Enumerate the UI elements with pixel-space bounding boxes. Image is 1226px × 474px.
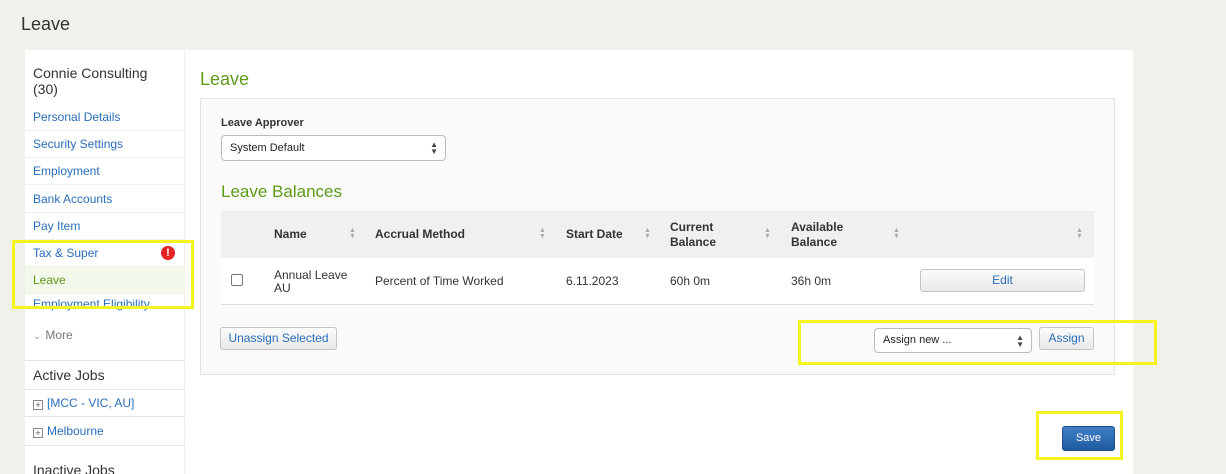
sort-icon[interactable]: ▲ ▼ xyxy=(644,227,651,240)
column-header-label: Name xyxy=(274,227,307,241)
sort-icon[interactable]: ▲ ▼ xyxy=(349,227,356,240)
select-arrows-icon: ▲ ▼ xyxy=(430,140,438,156)
assign-leave-value: Assign new ... xyxy=(883,334,952,346)
active-job-label: Melbourne xyxy=(47,424,104,438)
column-header-label: Start Date xyxy=(566,227,623,241)
sidebar-item-label: Employment Eligibility xyxy=(33,297,150,311)
active-job-link[interactable]: + [MCC - VIC, AU] xyxy=(33,396,134,410)
cell-available-balance: 36h 0m xyxy=(791,274,832,288)
column-header-start-date[interactable]: Start Date xyxy=(566,211,656,258)
select-arrows-icon: ▲ ▼ xyxy=(1016,332,1024,349)
sort-icon[interactable]: ▲ ▼ xyxy=(893,227,900,240)
leave-panel: Leave Approver System Default ▲ ▼ Leave B… xyxy=(200,98,1115,375)
expand-icon[interactable]: + xyxy=(33,428,43,438)
main-title: Leave xyxy=(200,69,250,89)
sidebar-item-security-settings[interactable]: Security Settings xyxy=(25,131,185,158)
divider xyxy=(25,445,185,446)
table-row: Annual Leave AU Percent of Time Worked 6… xyxy=(221,258,1094,305)
more-toggle[interactable]: ⌄ More xyxy=(33,328,73,342)
inactive-jobs-heading: Inactive Jobs xyxy=(33,462,115,474)
row-checkbox[interactable] xyxy=(231,274,243,286)
divider xyxy=(25,416,185,417)
assign-leave-select[interactable]: Assign new ... ▲ ▼ xyxy=(874,328,1032,353)
chevron-down-icon: ⌄ xyxy=(33,331,42,342)
more-label: More xyxy=(45,328,73,342)
cell-accrual-method: Percent of Time Worked xyxy=(375,274,504,288)
leave-approver-label: Leave Approver xyxy=(221,117,304,129)
table-header: Name ▲ ▼ Accrual Method ▲ ▼ Start Date ▲ ▼ … xyxy=(221,211,1094,258)
cell-start-date: 6.11.2023 xyxy=(566,274,619,288)
column-header-accrual-method[interactable]: Accrual Method xyxy=(375,211,535,258)
column-header-label: Current Balance xyxy=(670,219,717,249)
column-header-current-balance[interactable]: Current Balance xyxy=(670,211,734,258)
sidebar: Connie Consulting (30) Personal Details … xyxy=(25,50,185,474)
save-button[interactable]: Save xyxy=(1062,426,1115,451)
sort-icon[interactable]: ▲ ▼ xyxy=(539,227,546,240)
sidebar-item-label: Tax & Super xyxy=(33,246,99,260)
active-jobs-heading: Active Jobs xyxy=(33,367,105,383)
cell-current-balance: 60h 0m xyxy=(670,274,711,288)
column-header-label: Available Balance xyxy=(791,219,844,249)
sort-icon[interactable]: ▲ ▼ xyxy=(764,227,771,240)
sidebar-item-pay-item[interactable]: Pay Item xyxy=(25,213,185,240)
sidebar-item-employment[interactable]: Employment xyxy=(25,158,185,185)
divider xyxy=(25,360,185,361)
sidebar-item-bank-accounts[interactable]: Bank Accounts xyxy=(25,186,185,213)
active-job-label: [MCC - VIC, AU] xyxy=(47,396,135,410)
sidebar-item-employment-eligibility[interactable]: Employment Eligibility xyxy=(25,294,185,314)
sidebar-item-personal-details[interactable]: Personal Details xyxy=(25,104,185,131)
leave-approver-value: System Default xyxy=(230,142,305,154)
active-job-link[interactable]: + Melbourne xyxy=(33,424,104,438)
employee-name: Connie Consulting (30) xyxy=(33,65,148,97)
sidebar-item-leave[interactable]: Leave xyxy=(25,267,185,294)
expand-icon[interactable]: + xyxy=(33,400,43,410)
leave-balances-title: Leave Balances xyxy=(221,182,342,201)
employee-card: Connie Consulting (30) Personal Details … xyxy=(25,50,1133,474)
column-header-available-balance[interactable]: Available Balance xyxy=(791,211,861,258)
sort-icon[interactable]: ▲ ▼ xyxy=(1076,227,1083,240)
sidebar-item-tax-super[interactable]: Tax & Super ! xyxy=(25,240,185,267)
edit-button[interactable]: Edit xyxy=(920,269,1085,292)
page-title: Leave xyxy=(21,14,71,34)
unassign-selected-button[interactable]: Unassign Selected xyxy=(220,327,337,350)
cell-name: Annual Leave AU xyxy=(274,267,348,295)
column-header-label: Accrual Method xyxy=(375,227,466,241)
leave-approver-select[interactable]: System Default ▲ ▼ xyxy=(221,135,446,161)
divider xyxy=(25,389,185,390)
warning-icon: ! xyxy=(161,246,175,260)
assign-button[interactable]: Assign xyxy=(1039,327,1094,350)
column-header-name[interactable]: Name xyxy=(274,211,354,258)
